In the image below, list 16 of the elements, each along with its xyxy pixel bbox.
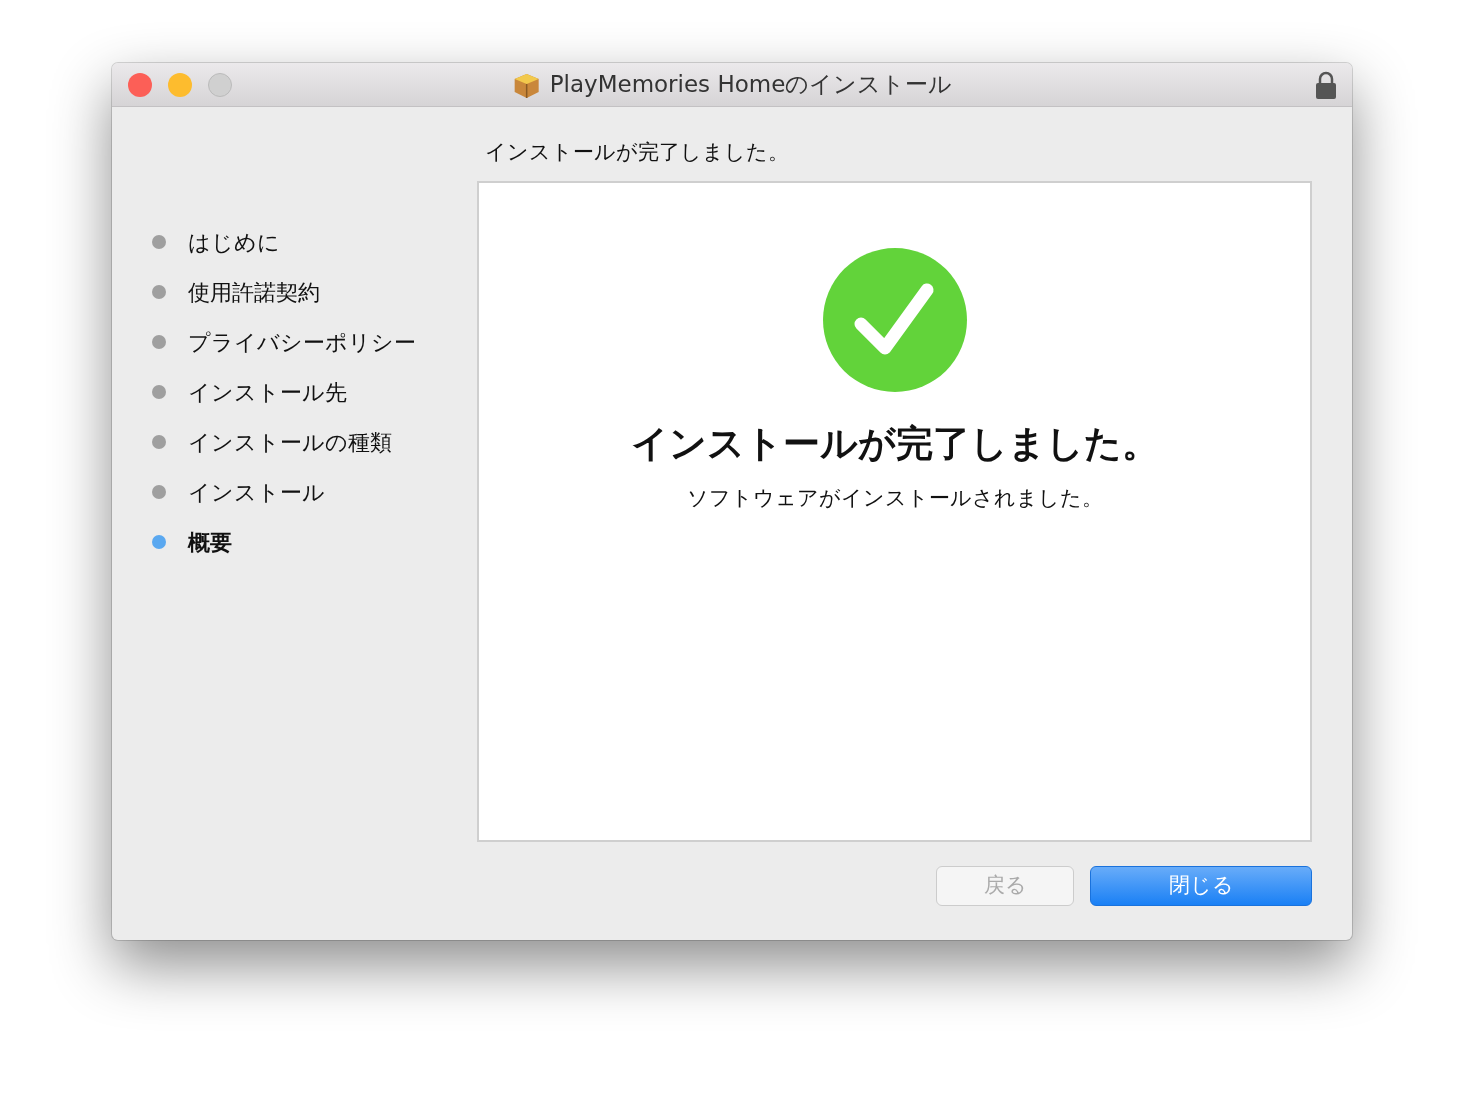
checkmark-icon — [822, 247, 967, 392]
completion-title: インストールが完了しました。 — [630, 420, 1159, 467]
step-label: 概要 — [188, 528, 232, 557]
minimize-button[interactable] — [168, 72, 192, 97]
lock-icon — [1316, 70, 1336, 99]
step-label: インストール — [188, 478, 325, 507]
step-label: 使用許諾契約 — [188, 278, 320, 307]
step-label: はじめに — [188, 228, 280, 257]
step-label: プライバシーポリシー — [188, 328, 416, 357]
close-button[interactable] — [128, 72, 152, 97]
step-label: インストールの種類 — [188, 428, 392, 457]
close-button[interactable]: 閉じる — [1090, 865, 1312, 906]
completion-message: ソフトウェアがインストールされました。 — [686, 485, 1103, 512]
step-label: インストール先 — [188, 378, 347, 407]
window-title: PlayMemories Homeのインストール — [549, 70, 953, 100]
step-heading: インストールが完了しました。 — [485, 139, 790, 166]
